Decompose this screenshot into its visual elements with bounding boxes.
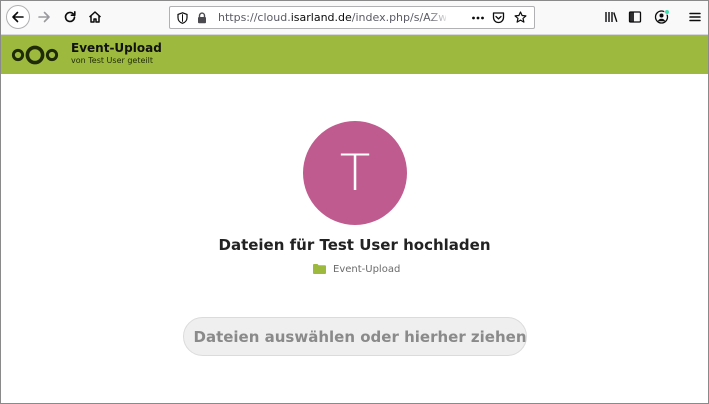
lock-icon[interactable] <box>197 12 207 24</box>
target-folder: Event-Upload <box>313 262 400 276</box>
share-title: Event-Upload <box>71 41 162 55</box>
folder-name: Event-Upload <box>333 263 401 275</box>
folder-icon <box>313 264 326 274</box>
sidebar-icon <box>628 11 642 23</box>
browser-toolbar: https://cloud.isarland.de/index.php/s/AZ… <box>1 1 708 35</box>
page-title: Dateien für Test User hochladen <box>218 236 491 254</box>
sidebar-button[interactable] <box>623 5 647 29</box>
upload-files-label: Dateien auswählen oder hierher ziehen <box>193 327 527 346</box>
user-avatar: T <box>303 121 407 225</box>
menu-icon <box>689 12 701 22</box>
forward-button[interactable] <box>32 5 56 29</box>
menu-button[interactable] <box>683 5 707 29</box>
browser-window: https://cloud.isarland.de/index.php/s/AZ… <box>0 0 709 404</box>
more-icon[interactable] <box>472 16 484 20</box>
pocket-icon[interactable] <box>492 12 505 24</box>
bookmark-star-icon[interactable] <box>514 11 527 24</box>
upload-files-button[interactable]: Dateien auswählen oder hierher ziehen <box>183 317 527 356</box>
library-button[interactable] <box>599 5 623 29</box>
url-text[interactable]: https://cloud.isarland.de/index.php/s/AZ… <box>218 11 446 25</box>
app-header: Event-Upload von Test User geteilt <box>1 35 708 74</box>
url-fade <box>428 9 450 27</box>
back-button[interactable] <box>6 5 30 29</box>
reload-icon <box>64 11 76 23</box>
home-icon <box>88 11 102 23</box>
library-icon <box>605 12 618 23</box>
home-button[interactable] <box>83 5 107 29</box>
nextcloud-logo-icon[interactable] <box>11 43 59 67</box>
share-subtitle: von Test User geteilt <box>71 56 153 65</box>
shield-icon[interactable] <box>177 12 188 24</box>
url-bar[interactable]: https://cloud.isarland.de/index.php/s/AZ… <box>169 6 535 29</box>
account-button[interactable] <box>650 5 674 29</box>
account-icon <box>654 9 670 24</box>
forward-icon <box>38 11 50 23</box>
back-icon <box>12 11 24 23</box>
reload-button[interactable] <box>58 5 82 29</box>
